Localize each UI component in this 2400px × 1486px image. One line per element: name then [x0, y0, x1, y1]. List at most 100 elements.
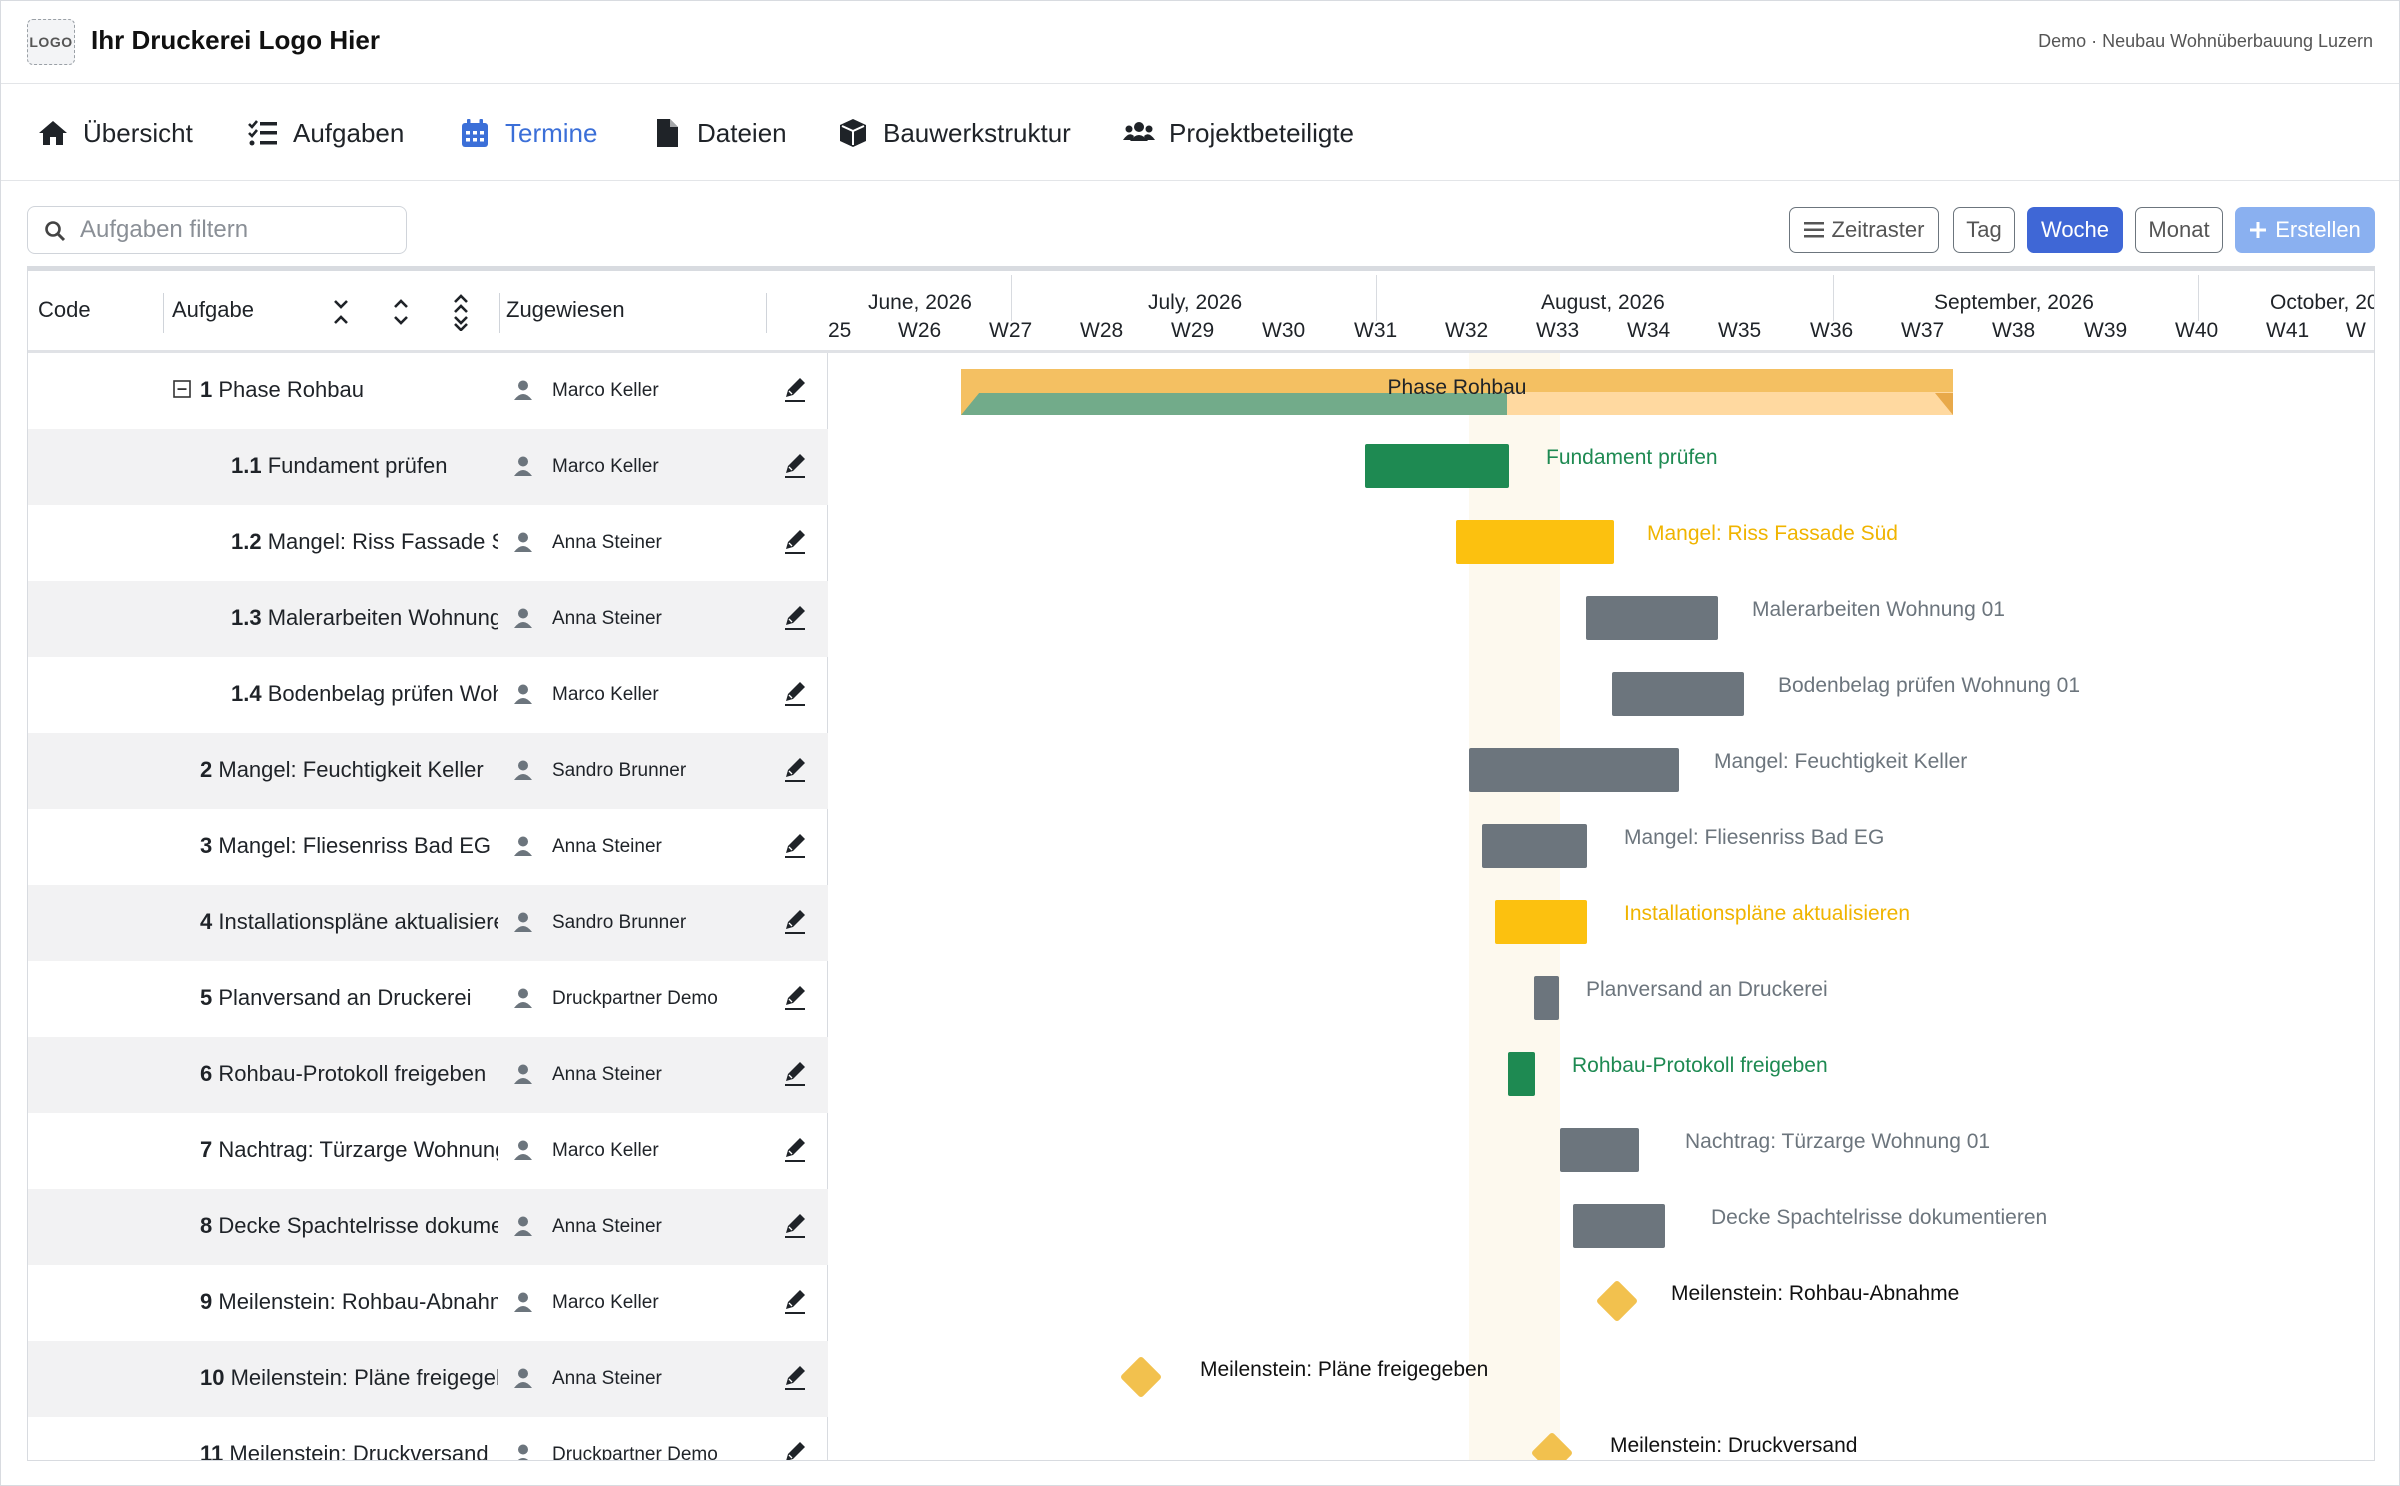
task-bar[interactable] — [1612, 672, 1744, 716]
view-woche-button[interactable]: Woche — [2027, 207, 2123, 253]
bar-label: Mangel: Fliesenriss Bad EG — [1624, 826, 1885, 849]
bar-label: Bodenbelag prüfen Wohnung 01 — [1778, 674, 2081, 697]
task-name[interactable]: 9 Meilenstein: Rohbau-Abnahm — [200, 1289, 498, 1315]
task-bar[interactable] — [1469, 748, 1679, 792]
nav-tab-termine[interactable]: Termine — [459, 115, 597, 151]
table-row[interactable]: 9 Meilenstein: Rohbau-Abnahm Marco Keller — [28, 1265, 828, 1341]
assignee-name: Anna Steiner — [552, 532, 662, 553]
column-divider[interactable] — [163, 293, 164, 333]
table-row[interactable]: 11 Meilenstein: Druckversand Druckpartner… — [28, 1417, 828, 1461]
task-name[interactable]: 1.3 Malerarbeiten Wohnung — [231, 605, 498, 631]
table-row[interactable]: 2 Mangel: Feuchtigkeit Keller Sandro Brun… — [28, 733, 828, 809]
edit-pencil-icon[interactable] — [782, 1211, 808, 1239]
zeitraster-button[interactable]: Zeitraster — [1789, 207, 1939, 253]
task-name[interactable]: 1.4 Bodenbelag prüfen Woh — [231, 681, 498, 707]
table-row[interactable]: 1 Phase Rohbau Marco Keller — [28, 353, 828, 429]
task-name[interactable]: 10 Meilenstein: Pläne freigegeb — [200, 1365, 498, 1391]
task-name[interactable]: 2 Mangel: Feuchtigkeit Keller — [200, 757, 498, 783]
task-name[interactable]: 4 Installationspläne aktualisiere — [200, 909, 498, 935]
task-name[interactable]: 3 Mangel: Fliesenriss Bad EG — [200, 833, 498, 859]
view-monat-button[interactable]: Monat — [2135, 207, 2223, 253]
task-title: Installationspläne aktualisiere — [218, 909, 498, 934]
nav-tab-dateien[interactable]: Dateien — [651, 115, 787, 151]
create-button[interactable]: Erstellen — [2235, 207, 2375, 253]
table-row[interactable]: 5 Planversand an Druckerei Druckpartner D… — [28, 961, 828, 1037]
task-code: 1.2 — [231, 529, 262, 554]
week-label: W29 — [1171, 319, 1215, 342]
edit-pencil-icon[interactable] — [782, 1059, 808, 1087]
nav-tab-aufgaben[interactable]: Aufgaben — [247, 115, 404, 151]
collapse-all-icon[interactable] — [330, 293, 352, 331]
table-row[interactable]: 1.2 Mangel: Riss Fassade S Anna Steiner — [28, 505, 828, 581]
table-row[interactable]: 4 Installationspläne aktualisiere Sandro … — [28, 885, 828, 961]
task-bar[interactable] — [1508, 1052, 1535, 1096]
table-row[interactable]: 1.4 Bodenbelag prüfen Woh Marco Keller — [28, 657, 828, 733]
week-label: W27 — [989, 319, 1033, 342]
view-woche-label: Woche — [2040, 217, 2110, 242]
user-icon — [514, 836, 532, 856]
edit-pencil-icon[interactable] — [782, 375, 808, 403]
nav-tab-projektbeteiligte[interactable]: Projektbeteiligte — [1123, 115, 1354, 151]
col-header-code[interactable]: Code — [38, 297, 91, 323]
nav-tab-uebersicht[interactable]: Übersicht — [37, 115, 193, 151]
task-name[interactable]: 1.2 Mangel: Riss Fassade S — [231, 529, 498, 555]
edit-pencil-icon[interactable] — [782, 755, 808, 783]
edit-pencil-icon[interactable] — [782, 983, 808, 1011]
table-row[interactable]: 1.1 Fundament prüfen Marco Keller — [28, 429, 828, 505]
edit-pencil-icon[interactable] — [782, 1363, 808, 1391]
edit-pencil-icon[interactable] — [782, 907, 808, 935]
table-row[interactable]: 1.3 Malerarbeiten Wohnung Anna Steiner — [28, 581, 828, 657]
column-divider[interactable] — [499, 293, 500, 333]
expand-all-icon[interactable] — [390, 293, 412, 331]
col-header-task[interactable]: Aufgabe — [172, 297, 254, 323]
expand-level-icon[interactable] — [450, 293, 472, 331]
col-header-assigned[interactable]: Zugewiesen — [506, 297, 625, 323]
table-row[interactable]: 3 Mangel: Fliesenriss Bad EG Anna Steiner — [28, 809, 828, 885]
task-bar[interactable] — [1586, 596, 1718, 640]
week-label: 25 — [828, 319, 852, 342]
edit-pencil-icon[interactable] — [782, 679, 808, 707]
task-bar[interactable] — [1534, 976, 1559, 1020]
task-name[interactable]: 5 Planversand an Druckerei — [200, 985, 498, 1011]
task-title: Decke Spachtelrisse dokumei — [218, 1213, 498, 1238]
edit-pencil-icon[interactable] — [782, 1135, 808, 1163]
week-label: W31 — [1354, 319, 1398, 342]
app-header: LOGO Ihr Druckerei Logo Hier Demo · Neub… — [1, 1, 2399, 84]
task-code: 1.3 — [231, 605, 262, 630]
bar-label: Malerarbeiten Wohnung 01 — [1752, 598, 2005, 621]
column-divider[interactable] — [766, 293, 767, 333]
edit-pencil-icon[interactable] — [782, 527, 808, 555]
task-bar[interactable] — [1495, 900, 1587, 944]
task-title: Mangel: Fliesenriss Bad EG — [218, 833, 492, 858]
assignee-name: Anna Steiner — [552, 1216, 662, 1237]
nav-label: Übersicht — [83, 117, 193, 148]
user-icon — [514, 1064, 532, 1084]
nav-tab-bauwerkstruktur[interactable]: Bauwerkstruktur — [837, 115, 1071, 151]
edit-pencil-icon[interactable] — [782, 1439, 808, 1461]
view-tag-button[interactable]: Tag — [1953, 207, 2015, 253]
assignee-name: Marco Keller — [552, 1140, 659, 1161]
task-name[interactable]: 6 Rohbau-Protokoll freigeben — [200, 1061, 498, 1087]
table-row[interactable]: 8 Decke Spachtelrisse dokumei Anna Steine… — [28, 1189, 828, 1265]
edit-pencil-icon[interactable] — [782, 603, 808, 631]
edit-pencil-icon[interactable] — [782, 1287, 808, 1315]
task-name[interactable]: 7 Nachtrag: Türzarge Wohnung — [200, 1137, 498, 1163]
edit-pencil-icon[interactable] — [782, 451, 808, 479]
table-row[interactable]: 7 Nachtrag: Türzarge Wohnung Marco Keller — [28, 1113, 828, 1189]
task-name[interactable]: 8 Decke Spachtelrisse dokumei — [200, 1213, 498, 1239]
month-divider — [1376, 275, 1377, 321]
edit-pencil-icon[interactable] — [782, 831, 808, 859]
task-bar[interactable] — [1456, 520, 1614, 564]
filter-input[interactable] — [80, 213, 390, 247]
table-row[interactable]: 10 Meilenstein: Pläne freigegeb Anna Stei… — [28, 1341, 828, 1417]
task-title: Malerarbeiten Wohnung — [267, 605, 498, 630]
task-name[interactable]: 1 Phase Rohbau — [200, 377, 498, 403]
task-bar[interactable] — [1482, 824, 1587, 868]
task-bar[interactable] — [1560, 1128, 1639, 1172]
task-name[interactable]: 1.1 Fundament prüfen — [231, 453, 498, 479]
task-bar[interactable] — [1573, 1204, 1665, 1248]
task-name[interactable]: 11 Meilenstein: Druckversand — [200, 1441, 498, 1460]
table-row[interactable]: 6 Rohbau-Protokoll freigeben Anna Steiner — [28, 1037, 828, 1113]
task-bar[interactable] — [1365, 444, 1509, 488]
collapse-toggle-icon[interactable] — [173, 380, 191, 398]
